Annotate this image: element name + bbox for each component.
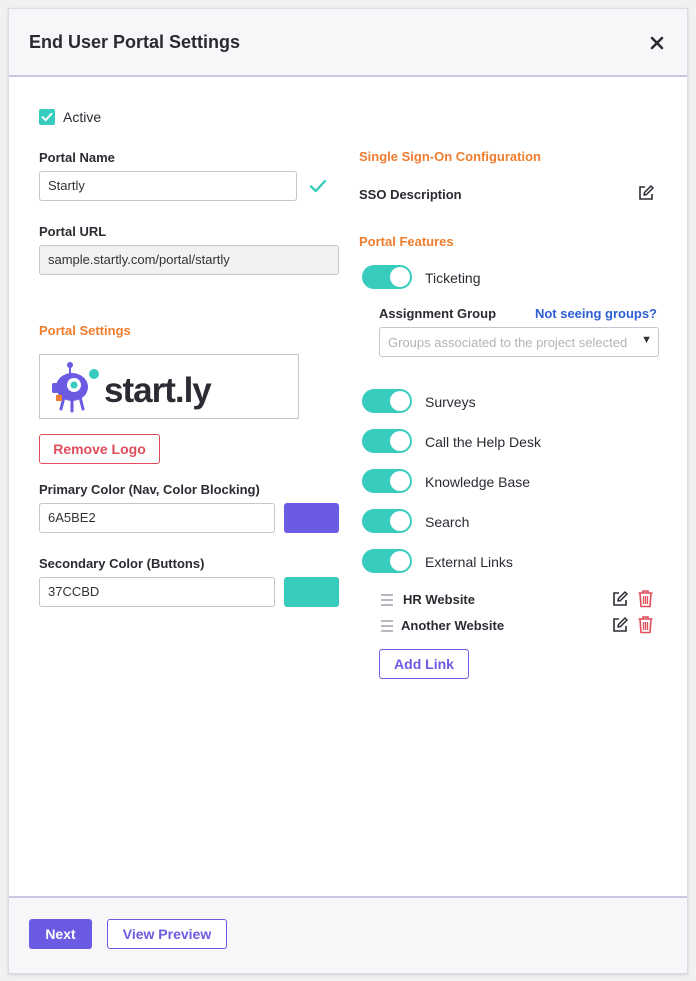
- dialog-footer: Next View Preview: [9, 896, 687, 973]
- portal-name-label: Portal Name: [39, 150, 115, 165]
- assignment-group-select[interactable]: Groups associated to the project selecte…: [379, 327, 659, 357]
- close-icon: [650, 36, 664, 50]
- drag-handle-icon[interactable]: [381, 594, 393, 606]
- trash-icon: [638, 590, 653, 608]
- call-help-desk-label: Call the Help Desk: [425, 434, 541, 450]
- assignment-group-placeholder: Groups associated to the project selecte…: [388, 335, 628, 350]
- search-toggle[interactable]: [362, 509, 412, 533]
- primary-color-label: Primary Color (Nav, Color Blocking): [39, 482, 260, 497]
- sso-heading: Single Sign-On Configuration: [359, 149, 541, 164]
- secondary-color-swatch[interactable]: [284, 577, 339, 607]
- dialog-title: End User Portal Settings: [29, 32, 241, 52]
- knowledge-base-label: Knowledge Base: [425, 474, 531, 490]
- dropdown-arrow-icon: ▼: [641, 334, 652, 346]
- ticketing-toggle[interactable]: [362, 265, 412, 289]
- ticketing-label: Ticketing: [425, 270, 481, 286]
- delete-link-button[interactable]: [637, 615, 654, 639]
- checkmark-icon: [41, 112, 53, 122]
- drag-handle-icon[interactable]: [381, 620, 393, 632]
- portal-settings-dialog: End User Portal Settings Active Portal N…: [8, 8, 688, 974]
- remove-logo-button[interactable]: Remove Logo: [39, 434, 160, 464]
- not-seeing-groups-link[interactable]: Not seeing groups?: [535, 306, 657, 321]
- secondary-color-input[interactable]: 37CCBD: [39, 577, 275, 607]
- portal-name-input[interactable]: Startly: [39, 171, 297, 201]
- edit-link-button[interactable]: [611, 616, 629, 639]
- portal-features-heading: Portal Features: [359, 234, 454, 249]
- edit-icon: [613, 591, 628, 606]
- surveys-label: Surveys: [425, 394, 476, 410]
- portal-url-field: sample.startly.com/portal/startly: [39, 245, 339, 275]
- robot-logo-icon: [52, 362, 99, 413]
- dialog-header: End User Portal Settings: [9, 9, 687, 77]
- active-checkbox[interactable]: [39, 109, 55, 125]
- edit-link-button[interactable]: [611, 590, 629, 613]
- edit-icon: [613, 617, 628, 632]
- primary-color-swatch[interactable]: [284, 503, 339, 533]
- external-link-name: HR Website: [403, 592, 475, 607]
- assignment-group-label: Assignment Group: [379, 306, 497, 321]
- delete-link-button[interactable]: [637, 589, 654, 613]
- edit-sso-button[interactable]: [637, 184, 655, 207]
- portal-settings-heading: Portal Settings: [39, 323, 131, 338]
- active-label: Active: [63, 109, 102, 125]
- sso-description-label: SSO Description: [359, 187, 462, 202]
- next-button[interactable]: Next: [29, 919, 92, 949]
- edit-icon: [639, 185, 654, 200]
- search-label: Search: [425, 514, 470, 530]
- valid-checkmark-icon: [309, 178, 327, 199]
- trash-icon: [638, 616, 653, 634]
- external-links-toggle[interactable]: [362, 549, 412, 573]
- add-link-button[interactable]: Add Link: [379, 649, 469, 679]
- call-help-desk-toggle[interactable]: [362, 429, 412, 453]
- logo-wordmark: start.ly: [104, 371, 212, 410]
- surveys-toggle[interactable]: [362, 389, 412, 413]
- portal-url-label: Portal URL: [39, 224, 107, 239]
- external-link-name: Another Website: [401, 618, 505, 633]
- knowledge-base-toggle[interactable]: [362, 469, 412, 493]
- primary-color-input[interactable]: 6A5BE2: [39, 503, 275, 533]
- view-preview-button[interactable]: View Preview: [107, 919, 227, 949]
- external-links-label: External Links: [425, 554, 513, 570]
- close-button[interactable]: [647, 33, 667, 53]
- logo-preview: start.ly: [39, 354, 299, 419]
- secondary-color-label: Secondary Color (Buttons): [39, 556, 205, 571]
